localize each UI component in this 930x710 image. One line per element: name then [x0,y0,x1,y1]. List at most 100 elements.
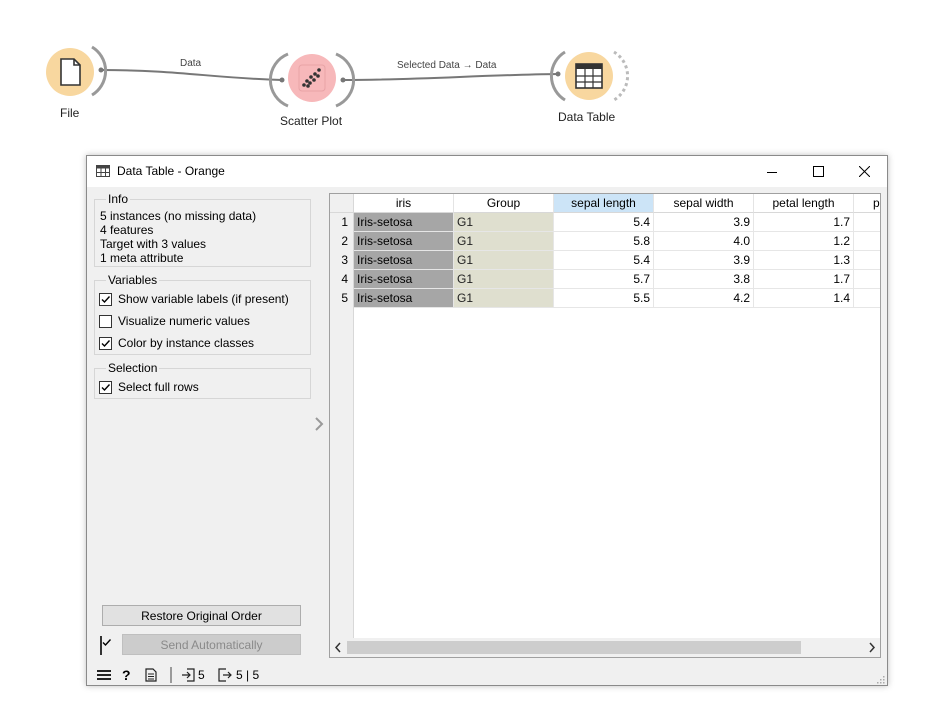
variables-box-title: Variables [106,273,160,287]
restore-original-order-button[interactable]: Restore Original Order [102,605,301,626]
scatter-node-label: Scatter Plot [280,114,343,128]
selection-box-title: Selection [106,361,160,375]
file-widget-node[interactable] [46,48,94,96]
info-meta: 1 meta attribute [100,251,184,265]
table-cell[interactable]: Iris-setosa [354,232,454,251]
table-corner-button[interactable] [330,194,354,213]
table-cell[interactable]: 1.7 [754,270,854,289]
table-cell[interactable]: 3.8 [654,270,754,289]
show-variable-labels-label: Show variable labels (if present) [118,292,289,306]
workflow-links [91,45,630,108]
data-table-view[interactable]: 12345 iris Group sepal length sepal widt… [329,193,881,658]
checkbox-checked [99,336,112,350]
table-cell[interactable]: G1 [454,289,554,308]
data-table-node-label: Data Table [558,110,616,124]
table-cell[interactable]: 1.3 [754,251,854,270]
table-cell[interactable]: Iris-setosa [354,213,454,232]
table-cell[interactable]: Iris-setosa [354,251,454,270]
horizontal-scrollbar[interactable] [330,638,880,657]
row-number[interactable]: 2 [330,232,348,251]
file-icon [60,58,81,86]
info-instances: 5 instances (no missing data) [100,209,257,223]
row-number[interactable]: 5 [330,289,348,308]
column-header-iris[interactable]: iris [354,194,454,213]
status-separator [170,667,172,683]
table-cell[interactable]: 1.7 [754,213,854,232]
table-cell-clipped[interactable] [854,251,880,270]
selection-box: Selection Select full rows [94,361,311,399]
show-variable-labels-checkbox[interactable]: Show variable labels (if present) [99,291,289,307]
table-cell[interactable]: Iris-setosa [354,289,454,308]
table-cell[interactable]: 5.4 [554,213,654,232]
window-title: Data Table - Orange [117,164,225,178]
checkbox-checked [99,292,112,306]
input-summary: 5 [181,667,205,683]
table-cell[interactable]: 5.7 [554,270,654,289]
row-number[interactable]: 3 [330,251,348,270]
column-header-petal-width[interactable]: p [854,194,880,213]
output-summary: 5 | 5 [218,667,259,683]
output-icon [218,668,232,682]
scroll-left-icon[interactable] [334,642,342,653]
visualize-numeric-checkbox[interactable]: Visualize numeric values [99,313,250,329]
column-header-petal-length[interactable]: petal length [754,194,854,213]
column-header-group[interactable]: Group [454,194,554,213]
color-by-class-checkbox[interactable]: Color by instance classes [99,335,254,351]
column-header-sepal-width[interactable]: sepal width [654,194,754,213]
send-automatically-button[interactable]: Send Automatically [122,634,301,655]
row-header: 12345 [330,213,354,638]
input-icon [182,668,195,682]
close-icon [858,166,870,177]
checkbox-checked [99,380,112,394]
minimize-button[interactable] [749,156,795,187]
maximize-icon [812,166,824,177]
table-cell[interactable]: 4.0 [654,232,754,251]
table-cell[interactable]: G1 [454,213,554,232]
data-table-widget-node[interactable] [565,52,613,100]
link-label-data: Data [180,58,202,69]
table-cell[interactable]: G1 [454,232,554,251]
row-number[interactable]: 1 [330,213,348,232]
collapse-panel-icon[interactable] [314,417,324,431]
table-cell[interactable]: 3.9 [654,251,754,270]
checkbox-unchecked [99,314,112,328]
scatter-plot-icon [298,64,326,92]
table-cell-clipped[interactable] [854,289,880,308]
scrollbar-thumb[interactable] [347,641,801,654]
table-cell[interactable]: G1 [454,251,554,270]
table-cell[interactable]: 5.8 [554,232,654,251]
window-table-icon [96,165,110,177]
scroll-right-icon[interactable] [868,642,876,653]
input-count: 5 [198,668,205,682]
table-cell-clipped[interactable] [854,232,880,251]
table-cell[interactable]: 5.4 [554,251,654,270]
color-by-class-label: Color by instance classes [118,336,255,350]
select-full-rows-checkbox[interactable]: Select full rows [99,379,199,395]
send-automatically-checkbox[interactable] [100,636,112,655]
maximize-button[interactable] [795,156,841,187]
info-box: Info 5 instances (no missing data) 4 fea… [94,192,311,267]
link-scatter-table [342,73,559,81]
table-cell[interactable]: 4.2 [654,289,754,308]
table-cell[interactable]: 1.2 [754,232,854,251]
column-header-sepal-length[interactable]: sepal length [554,194,654,213]
close-button[interactable] [841,156,887,187]
info-target: Target with 3 values [100,237,207,251]
report-icon[interactable] [145,667,157,683]
row-number[interactable]: 4 [330,270,348,289]
table-cell-clipped[interactable] [854,213,880,232]
data-table-icon [575,63,603,89]
table-cell[interactable]: Iris-setosa [354,270,454,289]
resize-grip-icon[interactable] [875,674,885,684]
table-cell-clipped[interactable] [854,270,880,289]
table-cell[interactable]: 1.4 [754,289,854,308]
table-cell[interactable]: G1 [454,270,554,289]
link-file-scatter [100,69,283,81]
scatter-plot-widget-node[interactable] [288,54,336,102]
menu-icon[interactable] [97,667,111,683]
info-box-title: Info [106,192,131,206]
help-icon[interactable]: ? [122,667,131,683]
table-cell[interactable]: 3.9 [654,213,754,232]
table-cell[interactable]: 5.5 [554,289,654,308]
select-full-rows-label: Select full rows [118,380,199,394]
